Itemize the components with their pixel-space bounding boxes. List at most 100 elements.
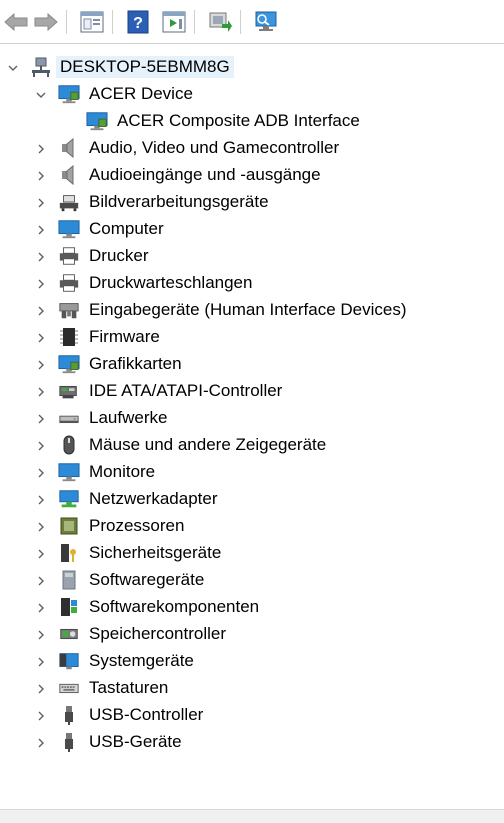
tree-item-category[interactable]: Monitore: [0, 459, 504, 486]
chevron-right-icon[interactable]: [34, 709, 48, 723]
tree-item-category[interactable]: Tastaturen: [0, 675, 504, 702]
category-label: ACER Device: [89, 84, 193, 103]
chevron-right-icon[interactable]: [34, 520, 48, 534]
chevron-right-icon[interactable]: [34, 655, 48, 669]
tree-item-category[interactable]: Systemgeräte: [0, 648, 504, 675]
tree-item-category[interactable]: Softwaregeräte: [0, 567, 504, 594]
category-label: Netzwerkadapter: [89, 489, 218, 508]
tree-item-category[interactable]: Audioeingänge und -ausgänge: [0, 162, 504, 189]
category-label: IDE ATA/ATAPI-Controller: [89, 381, 283, 400]
monitor-icon: [58, 461, 80, 483]
help-icon[interactable]: ?: [124, 8, 152, 36]
tree-item-category[interactable]: Bildverarbeitungsgeräte: [0, 189, 504, 216]
tree-item-acer-device[interactable]: ACER Device: [0, 81, 504, 108]
category-label: Drucker: [89, 246, 149, 265]
input-device-icon: [58, 299, 80, 321]
tree-item-category[interactable]: Drucker: [0, 243, 504, 270]
tree-item-category[interactable]: Firmware: [0, 324, 504, 351]
tree-item-category[interactable]: USB-Controller: [0, 702, 504, 729]
category-label: USB-Geräte: [89, 732, 182, 751]
chevron-down-icon[interactable]: [34, 88, 48, 102]
chevron-right-icon[interactable]: [34, 547, 48, 561]
tree-item-category[interactable]: Eingabegeräte (Human Interface Devices): [0, 297, 504, 324]
update-driver-icon[interactable]: [206, 8, 234, 36]
chevron-down-icon[interactable]: [6, 61, 20, 75]
monitor-icon: [86, 110, 108, 132]
tree-item-category[interactable]: Mäuse und andere Zeigegeräte: [0, 432, 504, 459]
firmware-chip-icon: [58, 326, 80, 348]
run-sheet-icon[interactable]: [160, 8, 188, 36]
chevron-right-icon[interactable]: [34, 412, 48, 426]
chevron-right-icon[interactable]: [34, 601, 48, 615]
device-label: ACER Composite ADB Interface: [117, 111, 360, 130]
category-label: Tastaturen: [89, 678, 169, 697]
category-label: Computer: [89, 219, 164, 238]
back-arrow-icon[interactable]: [2, 8, 30, 36]
tree-item-category[interactable]: Laufwerke: [0, 405, 504, 432]
system-device-icon: [58, 650, 80, 672]
chevron-right-icon[interactable]: [34, 169, 48, 183]
forward-arrow-icon[interactable]: [32, 8, 60, 36]
chevron-right-icon[interactable]: [34, 304, 48, 318]
chevron-right-icon[interactable]: [34, 331, 48, 345]
chevron-right-icon[interactable]: [34, 277, 48, 291]
tree-item-category[interactable]: Softwarekomponenten: [0, 594, 504, 621]
category-label: Grafikkarten: [89, 354, 182, 373]
category-label: Speichercontroller: [89, 624, 227, 643]
tree-item-category[interactable]: Audio, Video und Gamecontroller: [0, 135, 504, 162]
toolbar: ?: [0, 0, 504, 44]
category-label: Prozessoren: [89, 516, 185, 535]
tree-item-category[interactable]: Grafikkarten: [0, 351, 504, 378]
chevron-right-icon[interactable]: [34, 223, 48, 237]
category-label: Bildverarbeitungsgeräte: [89, 192, 269, 211]
category-label: USB-Controller: [89, 705, 204, 724]
tree-item-category[interactable]: Druckwarteschlangen: [0, 270, 504, 297]
monitor-icon: [58, 218, 80, 240]
scan-hardware-icon[interactable]: [252, 8, 280, 36]
printer-icon: [58, 245, 80, 267]
usb-icon: [58, 704, 80, 726]
chevron-right-icon[interactable]: [34, 196, 48, 210]
drive-icon: [58, 407, 80, 429]
category-label: Eingabegeräte (Human Interface Devices): [89, 300, 407, 319]
chevron-right-icon[interactable]: [34, 358, 48, 372]
speaker-icon: [58, 164, 80, 186]
chevron-right-icon[interactable]: [34, 466, 48, 480]
category-label: Laufwerke: [89, 408, 168, 427]
category-label: Softwaregeräte: [89, 570, 205, 589]
tree-item-category[interactable]: Sicherheitsgeräte: [0, 540, 504, 567]
chevron-right-icon[interactable]: [34, 682, 48, 696]
usb-icon: [58, 731, 80, 753]
chevron-right-icon[interactable]: [34, 574, 48, 588]
tree-item-category[interactable]: Speichercontroller: [0, 621, 504, 648]
tree-item-category[interactable]: Prozessoren: [0, 513, 504, 540]
chevron-right-icon[interactable]: [34, 250, 48, 264]
speaker-icon: [58, 137, 80, 159]
monitor-icon: [58, 83, 80, 105]
properties-sheet-icon[interactable]: [78, 8, 106, 36]
category-label: Systemgeräte: [89, 651, 194, 670]
category-label: Softwarekomponenten: [89, 597, 260, 616]
chevron-right-icon[interactable]: [34, 439, 48, 453]
software-device-icon: [58, 569, 80, 591]
chevron-right-icon[interactable]: [34, 493, 48, 507]
ide-controller-icon: [58, 380, 80, 402]
tree-root[interactable]: DESKTOP-5EBMM8G: [0, 54, 504, 81]
processor-icon: [58, 515, 80, 537]
tree-item-acer-composite-adb[interactable]: ACER Composite ADB Interface: [0, 108, 504, 135]
chevron-right-icon[interactable]: [34, 736, 48, 750]
software-component-icon: [58, 596, 80, 618]
tree-item-category[interactable]: Netzwerkadapter: [0, 486, 504, 513]
category-label: Audio, Video und Gamecontroller: [89, 138, 340, 157]
camera-icon: [58, 191, 80, 213]
graphics-card-icon: [58, 353, 80, 375]
chevron-right-icon[interactable]: [34, 142, 48, 156]
printer-icon: [58, 272, 80, 294]
status-bar: [0, 809, 504, 823]
chevron-right-icon[interactable]: [34, 628, 48, 642]
chevron-right-icon[interactable]: [34, 385, 48, 399]
tree-item-category[interactable]: Computer: [0, 216, 504, 243]
tree-item-category[interactable]: IDE ATA/ATAPI-Controller: [0, 378, 504, 405]
tree-item-category[interactable]: USB-Geräte: [0, 729, 504, 756]
network-adapter-icon: [58, 488, 80, 510]
